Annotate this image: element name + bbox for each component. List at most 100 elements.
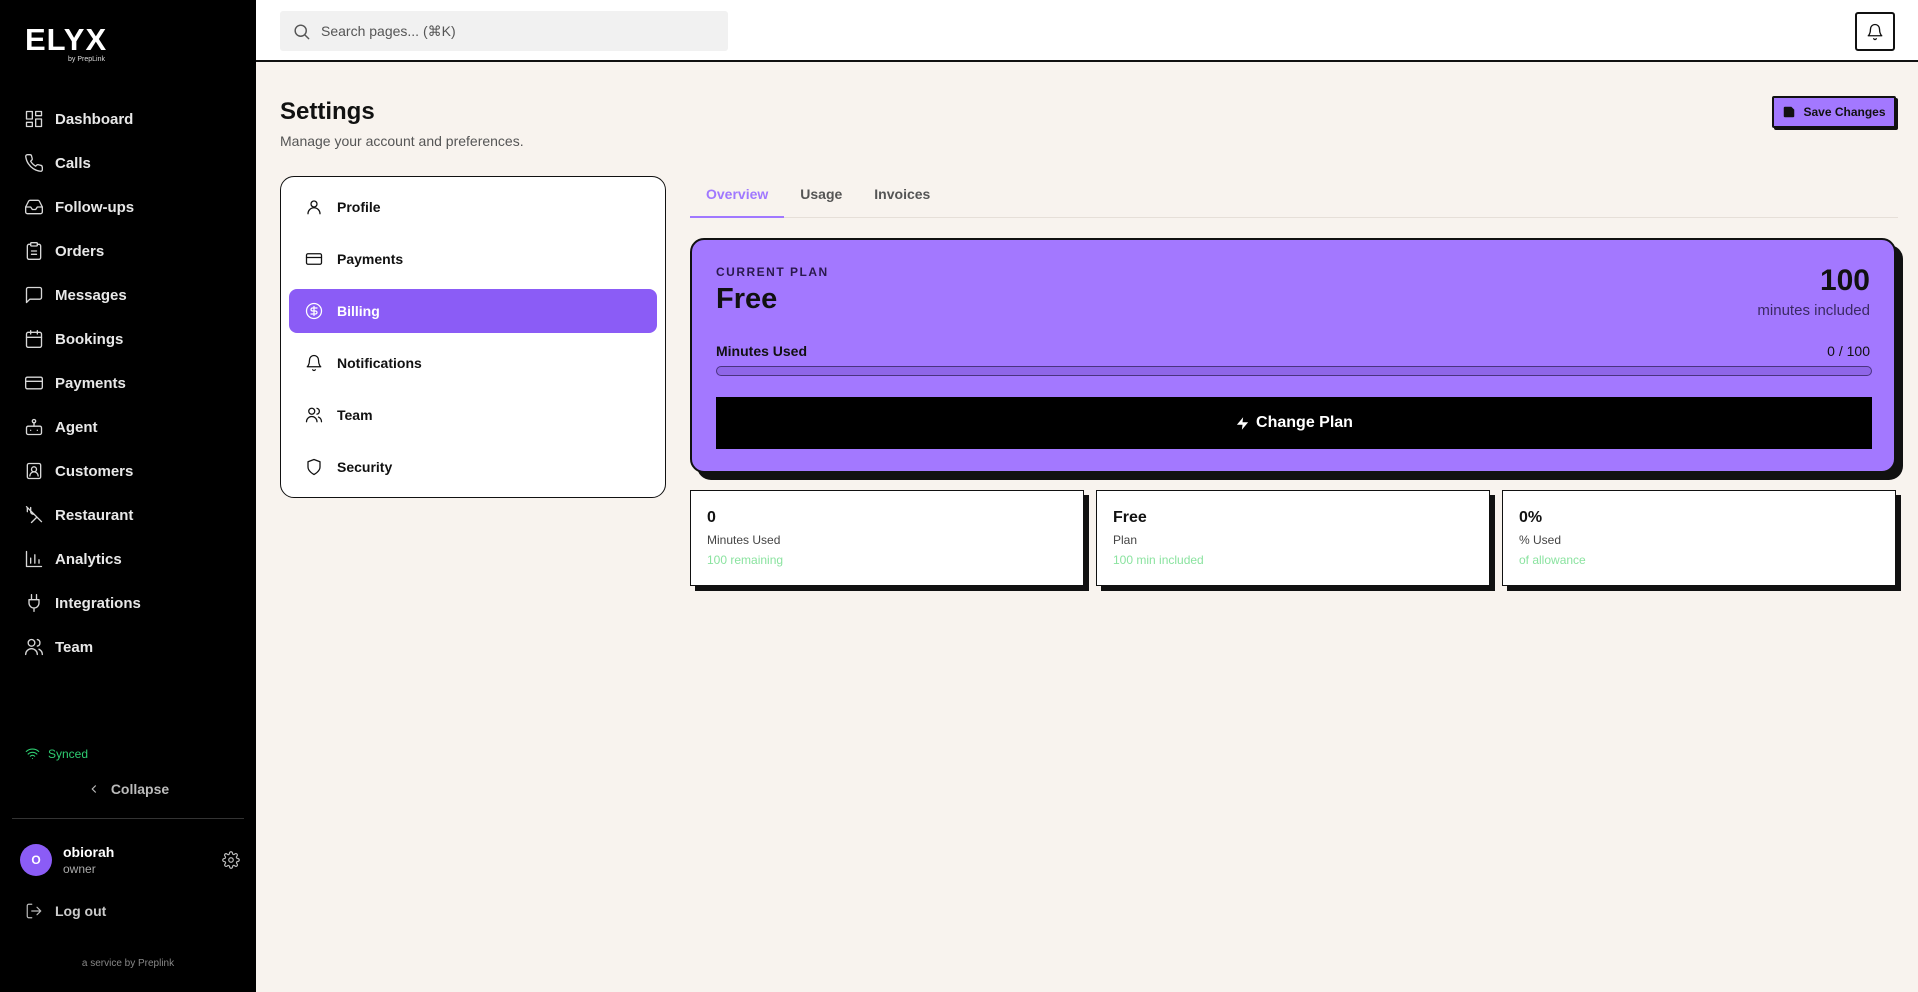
settings-nav-label: Notifications xyxy=(337,355,422,371)
settings-nav-label: Team xyxy=(337,407,373,423)
avatar: O xyxy=(20,844,52,876)
stat-label: Plan xyxy=(1113,533,1138,547)
stat-card-percent-used: 0% % Used of allowance xyxy=(1502,490,1896,586)
save-changes-button[interactable]: Save Changes xyxy=(1772,96,1896,128)
sidebar: ELYX by PrepLink Dashboard Calls Follow-… xyxy=(0,0,256,992)
sidebar-item-label: Customers xyxy=(55,462,134,480)
message-icon xyxy=(25,286,43,304)
settings-nav-label: Billing xyxy=(337,303,380,319)
usage-progress-bar xyxy=(716,366,1872,376)
brand-name: ELYX xyxy=(25,22,108,57)
phone-icon xyxy=(25,153,44,172)
plan-minutes: 100 xyxy=(1819,264,1870,297)
tab-usage[interactable]: Usage xyxy=(784,176,858,218)
page-subtitle: Manage your account and preferences. xyxy=(280,133,524,149)
sidebar-item-label: Follow-ups xyxy=(55,198,135,216)
users-icon xyxy=(305,407,323,423)
plan-minutes-label: minutes included xyxy=(1757,302,1870,319)
sidebar-item-restaurant[interactable]: Restaurant xyxy=(0,493,256,537)
credit-card-icon xyxy=(25,376,43,390)
usage-value: 0 / 100 xyxy=(1827,343,1870,359)
sidebar-item-agent[interactable]: Agent xyxy=(0,405,256,449)
sidebar-item-messages[interactable]: Messages xyxy=(0,273,256,317)
stat-note: of allowance xyxy=(1519,553,1586,567)
chevron-left-icon xyxy=(91,785,96,793)
logout-label: Log out xyxy=(55,903,107,919)
sync-status-label: Synced xyxy=(48,746,89,761)
sidebar-item-orders[interactable]: Orders xyxy=(0,229,256,273)
settings-nav-label: Profile xyxy=(337,199,381,215)
tab-overview[interactable]: Overview xyxy=(690,176,785,218)
settings-nav-billing[interactable]: Billing xyxy=(289,289,657,333)
current-plan-card: CURRENT PLAN Free 100 minutes included M… xyxy=(690,238,1896,473)
sidebar-item-dashboard[interactable]: Dashboard xyxy=(0,97,256,141)
user-name: obiorah xyxy=(63,844,115,860)
user-profile[interactable]: O obiorah owner xyxy=(20,843,240,877)
utensils-icon xyxy=(25,506,43,524)
sidebar-item-integrations[interactable]: Integrations xyxy=(0,581,256,625)
sidebar-item-label: Calls xyxy=(55,154,91,172)
bell-icon xyxy=(306,354,322,372)
stat-note: 100 remaining xyxy=(707,553,784,567)
stat-card-plan: Free Plan 100 min included xyxy=(1096,490,1490,586)
sidebar-item-label: Analytics xyxy=(55,550,122,568)
collapse-button[interactable]: Collapse xyxy=(0,781,256,797)
settings-nav-label: Security xyxy=(337,459,393,475)
dashboard-icon xyxy=(25,110,43,128)
save-icon xyxy=(1784,106,1795,118)
sidebar-item-label: Payments xyxy=(55,374,126,392)
sidebar-item-bookings[interactable]: Bookings xyxy=(0,317,256,361)
top-bar xyxy=(256,0,1918,62)
sidebar-item-label: Messages xyxy=(55,286,127,304)
page-title: Settings xyxy=(280,98,375,125)
stat-card-minutes-used: 0 Minutes Used 100 remaining xyxy=(690,490,1084,586)
bar-chart-icon xyxy=(25,550,43,568)
logout-button[interactable]: Log out xyxy=(25,902,106,920)
settings-nav-security[interactable]: Security xyxy=(289,445,657,489)
calendar-icon xyxy=(25,330,43,348)
contact-icon xyxy=(26,462,42,480)
sidebar-item-label: Integrations xyxy=(55,594,141,612)
stat-value: Free xyxy=(1113,509,1147,526)
sidebar-item-team[interactable]: Team xyxy=(0,625,256,669)
sidebar-item-analytics[interactable]: Analytics xyxy=(0,537,256,581)
dollar-circle-icon xyxy=(305,302,323,320)
usage-label: Minutes Used xyxy=(716,343,808,359)
settings-nav-team[interactable]: Team xyxy=(289,393,657,437)
plan-name: Free xyxy=(716,283,778,315)
bot-icon xyxy=(25,418,43,436)
sidebar-item-label: Team xyxy=(55,638,94,656)
settings-nav-label: Payments xyxy=(337,251,404,267)
sidebar-item-follow-ups[interactable]: Follow-ups xyxy=(0,185,256,229)
service-credit: a service by Preplink xyxy=(81,958,175,969)
user-icon xyxy=(307,200,321,215)
shield-icon xyxy=(307,458,321,476)
sidebar-item-label: Orders xyxy=(55,242,105,260)
sidebar-item-calls[interactable]: Calls xyxy=(0,141,256,185)
settings-nav-notifications[interactable]: Notifications xyxy=(289,341,657,385)
stat-value: 0 xyxy=(707,509,716,526)
sidebar-item-customers[interactable]: Customers xyxy=(0,449,256,493)
bell-icon xyxy=(1867,23,1883,40)
billing-tabs: Overview Usage Invoices xyxy=(690,176,1898,218)
sidebar-item-label: Agent xyxy=(55,418,98,436)
credit-card-icon xyxy=(305,253,323,265)
gear-icon[interactable] xyxy=(222,851,240,869)
sidebar-item-label: Bookings xyxy=(55,330,124,348)
change-plan-button[interactable]: Change Plan xyxy=(716,397,1872,449)
brand-sub: by PrepLink xyxy=(68,56,105,63)
stat-value: 0% xyxy=(1519,509,1543,526)
user-info: obiorah owner xyxy=(63,843,114,877)
settings-nav-payments[interactable]: Payments xyxy=(289,237,657,281)
sidebar-nav: Dashboard Calls Follow-ups Orders Messag… xyxy=(0,97,256,669)
search-icon xyxy=(294,23,310,39)
search-box[interactable] xyxy=(280,11,728,51)
search-input[interactable] xyxy=(321,23,701,39)
settings-nav-profile[interactable]: Profile xyxy=(289,185,657,229)
logout-icon xyxy=(26,903,42,919)
notifications-button[interactable] xyxy=(1855,12,1895,51)
tab-invoices[interactable]: Invoices xyxy=(858,176,946,218)
sidebar-item-payments[interactable]: Payments xyxy=(0,361,256,405)
change-plan-label: Change Plan xyxy=(1256,414,1353,431)
brand-logo[interactable]: ELYX by PrepLink xyxy=(25,22,108,64)
